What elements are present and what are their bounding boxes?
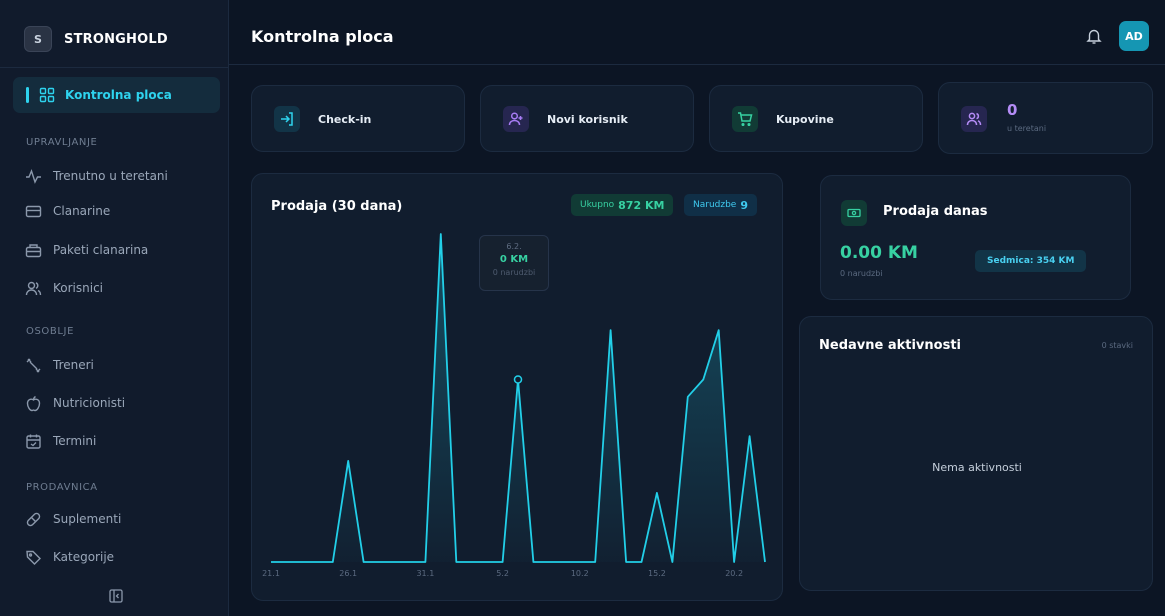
brand: S STRONGHOLD <box>0 10 229 68</box>
total-label: Ukupno <box>580 200 615 210</box>
sidebar-item-label: Kontrolna ploca <box>65 88 172 102</box>
sidebar: S STRONGHOLD Kontrolna ploca UPRAVLJANJE… <box>0 0 229 616</box>
sales-today-orders: 0 narudzbi <box>840 269 883 278</box>
tooltip-orders: 0 narudzbi <box>492 268 536 277</box>
sidebar-item-paketi[interactable]: Paketi clanarina <box>13 236 220 266</box>
section-title-prodavnica: PRODAVNICA <box>26 482 98 493</box>
x-tick-label: 15.2 <box>648 569 666 578</box>
sidebar-item-dashboard[interactable]: Kontrolna ploca <box>13 77 220 113</box>
sidebar-item-korisnici[interactable]: Korisnici <box>13 274 220 304</box>
sidebar-item-nutricionisti[interactable]: Nutricionisti <box>13 389 220 419</box>
x-tick-label: 10.2 <box>571 569 589 578</box>
gym-occupancy-label: u teretani <box>1007 124 1047 133</box>
logo-shield-icon: S <box>24 26 52 52</box>
sidebar-item-label: Nutricionisti <box>53 396 126 410</box>
sidebar-item-termini[interactable]: Termini <box>13 427 220 457</box>
sidebar-item-label: Treneri <box>53 358 94 372</box>
sidebar-item-clanarine[interactable]: Clanarine <box>13 197 220 227</box>
card-icon <box>25 205 42 218</box>
users-icon <box>961 106 987 132</box>
sidebar-item-kategorije[interactable]: Kategorije <box>13 543 220 573</box>
tag-icon <box>26 550 41 565</box>
sidebar-item-suplementi[interactable]: Suplementi <box>13 505 220 535</box>
quick-action-label: Check-in <box>318 113 372 126</box>
sidebar-item-label: Kategorije <box>53 550 115 564</box>
sales-today-title: Prodaja danas <box>883 204 988 219</box>
gym-occupancy-value: 0 <box>1007 101 1018 119</box>
sidebar-item-treneri[interactable]: Treneri <box>13 351 220 381</box>
package-icon <box>25 244 42 258</box>
orders-label: Narudzbe <box>693 200 737 210</box>
checkin-card[interactable]: Check-in <box>251 85 465 152</box>
pill-icon <box>26 512 41 527</box>
user-plus-icon <box>503 106 529 132</box>
active-indicator <box>26 87 29 103</box>
dumbbell-icon <box>26 358 41 373</box>
activity-title: Nedavne aktivnosti <box>819 338 962 353</box>
total-badge: Ukupno 872 KM <box>571 194 674 216</box>
quick-action-label: Kupovine <box>776 113 834 126</box>
x-tick-label: 20.2 <box>725 569 743 578</box>
cart-icon <box>732 106 758 132</box>
collapse-sidebar-icon[interactable] <box>108 588 124 604</box>
week-sales-badge: Sedmica: 354 KM <box>975 250 1087 272</box>
section-title-upravljanje: UPRAVLJANJE <box>26 137 98 148</box>
sidebar-item-label: Termini <box>53 434 97 448</box>
sidebar-item-label: Paketi clanarina <box>53 243 149 257</box>
login-icon <box>274 106 300 132</box>
activity-empty-state: Nema aktivnosti <box>932 461 1022 474</box>
section-title-osoblje: OSOBLJE <box>26 326 74 337</box>
x-tick-label: 26.1 <box>339 569 357 578</box>
sales-chart-card: 21.1 26.1 31.1 5.2 10.2 15.2 20.2 Prodaja (30 … <box>251 173 783 601</box>
chart-title: Prodaja (30 dana) <box>271 199 403 214</box>
data-point[interactable] <box>513 375 523 384</box>
sidebar-item-label: Trenutno u teretani <box>53 169 168 183</box>
sales-today-amount: 0.00 KM <box>840 243 918 263</box>
activity-count: 0 stavki <box>1101 341 1133 350</box>
chart-tooltip: 6.2. 0 KM 0 narudzbi <box>479 235 549 291</box>
activity-icon <box>26 168 41 184</box>
orders-badge: Narudzbe 9 <box>684 194 757 216</box>
gym-occupancy-card: 0 u teretani <box>938 82 1153 154</box>
page-title: Kontrolna ploca <box>251 27 394 46</box>
sidebar-item-label: Suplementi <box>53 512 122 526</box>
tooltip-value: 0 KM <box>499 254 529 265</box>
sidebar-item-label: Clanarine <box>53 204 111 218</box>
bell-icon[interactable] <box>1085 27 1103 45</box>
purchases-card[interactable]: Kupovine <box>709 85 923 152</box>
quick-action-label: Novi korisnik <box>547 113 628 126</box>
users-icon <box>25 281 42 296</box>
sidebar-item-trenutno[interactable]: Trenutno u teretani <box>13 162 220 192</box>
sidebar-item-label: Korisnici <box>53 281 104 295</box>
cash-icon <box>841 200 867 226</box>
total-value: 872 KM <box>618 198 665 212</box>
new-user-card[interactable]: Novi korisnik <box>480 85 694 152</box>
recent-activity-card: Nedavne aktivnosti 0 stavki Nema aktivno… <box>799 316 1153 591</box>
x-tick-label: 31.1 <box>416 569 434 578</box>
calendar-icon <box>26 434 41 449</box>
topbar: Kontrolna ploca AD <box>229 10 1165 65</box>
dashboard-icon <box>39 87 55 103</box>
brand-name: STRONGHOLD <box>64 32 168 47</box>
tooltip-date: 6.2. <box>506 242 522 251</box>
orders-value: 9 <box>740 198 748 212</box>
avatar[interactable]: AD <box>1119 21 1149 51</box>
x-tick-label: 5.2 <box>496 569 509 578</box>
apple-icon <box>26 395 41 412</box>
x-tick-label: 21.1 <box>262 569 280 578</box>
sales-today-card: Prodaja danas 0.00 KM 0 narudzbi Sedmica… <box>820 175 1131 300</box>
